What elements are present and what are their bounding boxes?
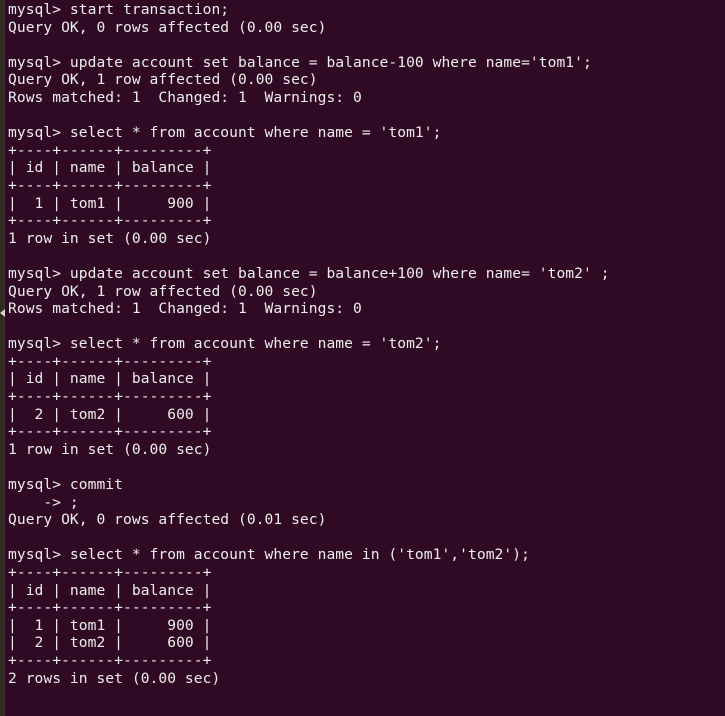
terminal-line: Query OK, 1 row affected (0.00 sec) (8, 71, 318, 89)
window-left-border (3, 0, 5, 716)
terminal-line: +----+------+---------+ (8, 599, 212, 617)
terminal-line: | id | name | balance | (8, 581, 212, 599)
terminal-line: mysql> update account set balance = bala… (8, 264, 610, 282)
terminal-line: | 1 | tom1 | 900 | (8, 194, 212, 212)
terminal-line: Rows matched: 1 Changed: 1 Warnings: 0 (8, 88, 362, 106)
terminal-line: Query OK, 1 row affected (0.00 sec) (8, 282, 318, 300)
terminal-line: 1 row in set (0.00 sec) (8, 440, 212, 458)
terminal-line: +----+------+---------+ (8, 651, 212, 669)
scroll-position-marker-icon (0, 309, 5, 317)
terminal-line: +----+------+---------+ (8, 564, 212, 581)
terminal-line: mysql> select * from account where name … (8, 124, 442, 142)
terminal-line: mysql> select * from account where name … (8, 546, 530, 564)
terminal-window[interactable]: mysql> start transaction; Query OK, 0 row… (0, 0, 725, 716)
terminal-line: Query OK, 0 rows affected (0.01 sec) (8, 511, 327, 529)
terminal-line: +----+------+---------+ (8, 141, 212, 159)
terminal-output[interactable]: mysql> start transaction; Query OK, 0 row… (8, 1, 725, 687)
terminal-line: Query OK, 0 rows affected (0.00 sec) (8, 18, 327, 36)
terminal-line: +----+------+---------+ (8, 176, 212, 194)
terminal-line: | 2 | tom2 | 600 | (8, 634, 212, 652)
terminal-line: mysql> start transaction; (8, 1, 230, 18)
terminal-line: +----+------+---------+ (8, 423, 212, 441)
terminal-line: 2 rows in set (0.00 sec) (8, 669, 221, 687)
terminal-line: +----+------+---------+ (8, 388, 212, 406)
terminal-line: 1 row in set (0.00 sec) (8, 229, 212, 247)
terminal-line: mysql> select * from account where name … (8, 335, 442, 353)
terminal-line: Rows matched: 1 Changed: 1 Warnings: 0 (8, 300, 362, 318)
terminal-line: mysql> commit (8, 476, 124, 494)
terminal-line: +----+------+---------+ (8, 352, 212, 370)
terminal-line: | id | name | balance | (8, 370, 212, 388)
terminal-line: | 2 | tom2 | 600 | (8, 405, 212, 423)
terminal-line: +----+------+---------+ (8, 212, 212, 230)
terminal-line: -> ; (8, 493, 79, 511)
terminal-line: | id | name | balance | (8, 159, 212, 177)
terminal-line: | 1 | tom1 | 900 | (8, 616, 212, 634)
terminal-line: mysql> update account set balance = bala… (8, 53, 592, 71)
